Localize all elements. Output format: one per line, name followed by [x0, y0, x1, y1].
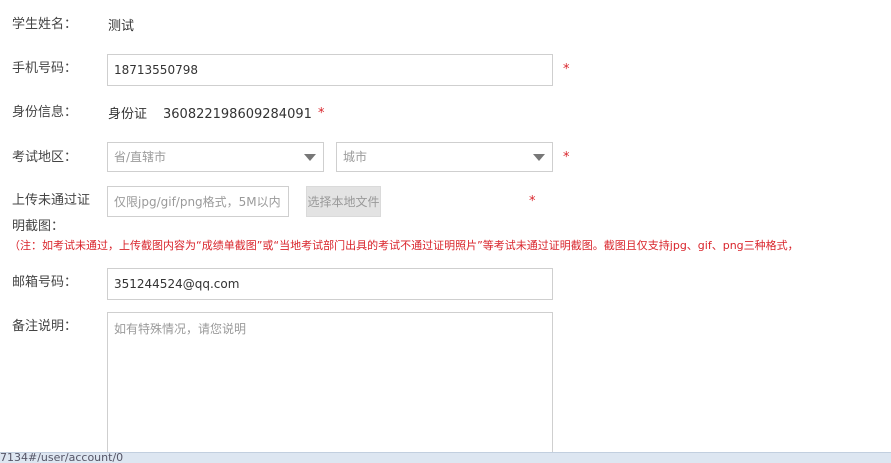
id-required-mark: *: [318, 106, 325, 121]
email-input[interactable]: [107, 268, 553, 300]
upload-label-line1: 上传未通过证: [12, 193, 91, 208]
student-name-value: 测试: [108, 19, 135, 34]
upload-file-input[interactable]: [107, 186, 289, 217]
upload-note: （注：如考试未通过，上传截图内容为“成绩单截图”或“当地考试部门出具的考试不通过…: [9, 239, 799, 252]
province-select[interactable]: 省/直辖市: [107, 142, 324, 172]
id-type-value: 身份证: [108, 107, 148, 122]
remark-label: 备注说明：: [12, 319, 78, 334]
region-label: 考试地区：: [12, 150, 78, 165]
upload-label-line2: 明截图：: [12, 219, 65, 234]
region-required-mark: *: [563, 150, 570, 165]
upload-required-mark: *: [529, 194, 536, 209]
phone-required-mark: *: [563, 62, 570, 77]
choose-file-button[interactable]: 选择本地文件: [306, 186, 381, 217]
chevron-down-icon: [533, 154, 545, 161]
city-select-text: 城市: [343, 150, 368, 164]
status-url: 7134#/user/account/0: [0, 452, 124, 463]
remark-textarea[interactable]: [107, 312, 553, 458]
id-info-label: 身份信息：: [12, 105, 78, 120]
chevron-down-icon: [304, 154, 316, 161]
student-name-label: 学生姓名：: [12, 17, 78, 32]
phone-input[interactable]: [107, 54, 553, 86]
browser-status-bar: 7134#/user/account/0: [0, 452, 891, 463]
id-number-value: 360822198609284091: [163, 107, 312, 122]
city-select[interactable]: 城市: [336, 142, 553, 172]
email-label: 邮箱号码：: [12, 275, 78, 290]
province-select-text: 省/直辖市: [114, 150, 167, 164]
phone-label: 手机号码：: [12, 61, 78, 76]
